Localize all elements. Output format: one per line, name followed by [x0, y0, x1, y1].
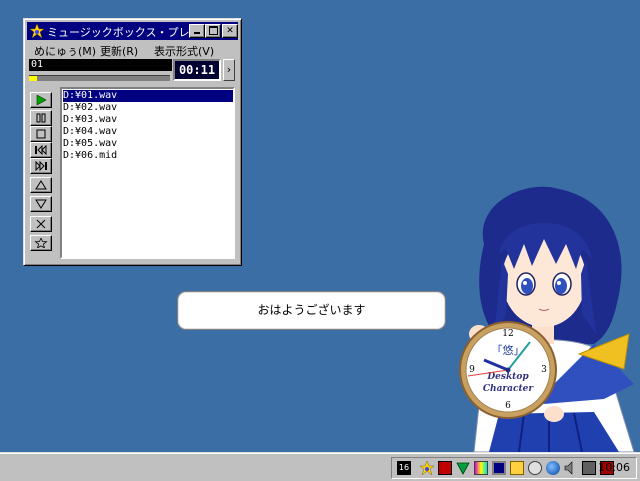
close-button[interactable]: ✕: [222, 24, 238, 38]
seek-bar[interactable]: [29, 75, 170, 81]
stop-icon: [36, 129, 46, 139]
printer-icon[interactable]: [582, 461, 596, 475]
playlist-item[interactable]: D:¥03.wav: [63, 114, 233, 126]
music-note-icon: [29, 23, 45, 39]
antivirus-icon[interactable]: [456, 461, 470, 475]
playlist-item[interactable]: D:¥01.wav: [63, 90, 233, 102]
title-bar[interactable]: ミュージックボックス・プレイリ... ✕: [27, 22, 238, 40]
minimize-icon: [194, 32, 200, 34]
pause-icon: [36, 113, 46, 123]
playlist-item[interactable]: D:¥04.wav: [63, 126, 233, 138]
playlist-item[interactable]: D:¥05.wav: [63, 138, 233, 150]
skip-back-icon: [35, 144, 47, 156]
clock-face[interactable]: 12 3 6 9 「悠」 Desktop Character: [459, 321, 557, 419]
close-icon: ✕: [226, 26, 234, 36]
track-display: 01: [29, 59, 172, 71]
globe-icon[interactable]: [546, 461, 560, 475]
playlist[interactable]: D:¥01.wav D:¥02.wav D:¥03.wav D:¥04.wav …: [60, 87, 235, 259]
next-button[interactable]: [30, 158, 52, 174]
keyboard-icon[interactable]: [438, 461, 452, 475]
play-button[interactable]: [30, 92, 52, 108]
star-icon: [34, 236, 48, 249]
speaker-icon[interactable]: [564, 461, 578, 475]
delete-icon: [36, 219, 46, 229]
time-display: 00:11: [173, 59, 221, 81]
speech-balloon[interactable]: おはようございます: [177, 291, 446, 330]
clock-text-character: Character: [483, 384, 534, 394]
seek-progress: [29, 76, 38, 81]
clock-number-9: 9: [469, 365, 475, 375]
ime-16-icon[interactable]: 16: [397, 461, 411, 475]
playlist-item[interactable]: D:¥06.mid: [63, 150, 233, 162]
expand-button[interactable]: ›: [223, 59, 235, 81]
system-tray: 16 10:06: [391, 457, 637, 479]
skip-forward-icon: [35, 160, 47, 172]
menu-item-menu[interactable]: めにゅぅ(M): [34, 43, 96, 59]
music-box-icon[interactable]: [419, 460, 435, 476]
maximize-button[interactable]: [205, 24, 221, 38]
favorite-button[interactable]: [30, 235, 52, 251]
balloon-text: おはようございます: [257, 303, 366, 317]
clock-number-12: 12: [502, 329, 513, 339]
clock-number-6: 6: [505, 401, 511, 411]
music-box-window: ミュージックボックス・プレイリ... ✕ めにゅぅ(M) 更新(R) 表示形式(…: [23, 18, 242, 266]
previous-button[interactable]: [30, 142, 52, 158]
triangle-up-icon: [35, 180, 47, 190]
menu-item-view[interactable]: 表示形式(V): [154, 43, 214, 59]
stop-button[interactable]: [30, 126, 52, 142]
taskbar: 16 10:06: [0, 452, 640, 481]
menu-bar: めにゅぅ(M) 更新(R) 表示形式(V): [27, 41, 238, 59]
palette-icon[interactable]: [474, 461, 488, 475]
network-icon[interactable]: [510, 461, 524, 475]
chevron-right-icon: ›: [226, 63, 232, 76]
clock-number-3: 3: [541, 365, 547, 375]
playlist-item[interactable]: D:¥02.wav: [63, 102, 233, 114]
minimize-button[interactable]: [189, 24, 205, 38]
pause-button[interactable]: [30, 110, 52, 126]
move-down-button[interactable]: [30, 196, 52, 212]
triangle-down-icon: [35, 199, 47, 209]
desktop-character[interactable]: 12 3 6 9 「悠」 Desktop Character: [444, 184, 640, 452]
maximize-icon: [208, 26, 218, 35]
taskbar-clock[interactable]: 10:06: [598, 461, 630, 474]
clock-text-desktop: Desktop: [486, 372, 529, 382]
delete-button[interactable]: [30, 216, 52, 232]
menu-item-refresh[interactable]: 更新(R): [100, 43, 138, 59]
move-up-button[interactable]: [30, 177, 52, 193]
monitor-icon[interactable]: [492, 461, 506, 475]
play-icon: [36, 94, 47, 106]
cd-icon[interactable]: [528, 461, 542, 475]
